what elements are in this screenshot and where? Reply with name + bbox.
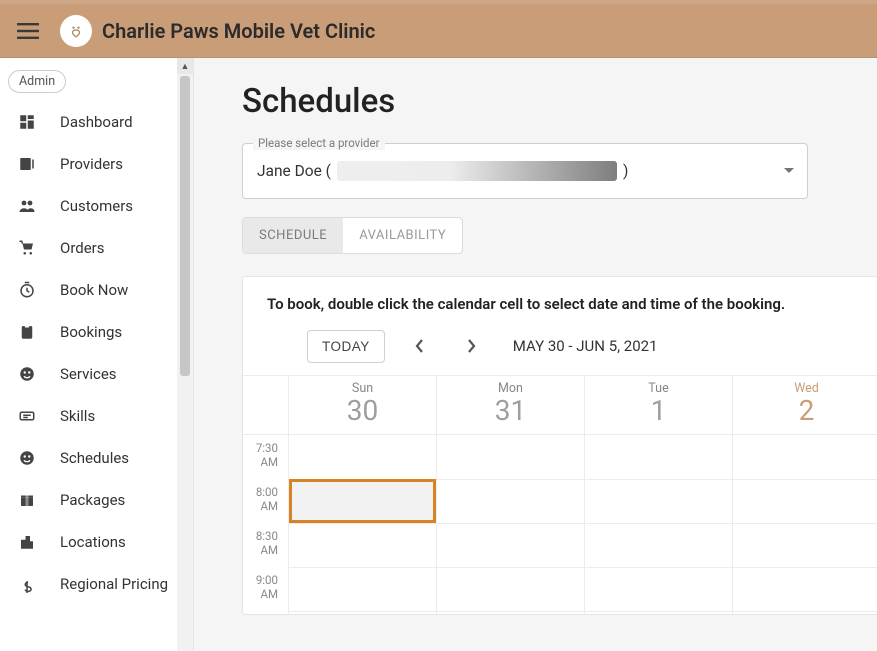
provider-redacted-segment xyxy=(337,161,617,181)
scrollbar-thumb[interactable] xyxy=(180,76,190,376)
sidebar-item-label: Locations xyxy=(60,533,126,551)
sidebar-item-booknow[interactable]: Book Now xyxy=(4,269,177,311)
provider-select[interactable]: Please select a provider Jane Doe ( ) xyxy=(242,143,808,199)
calendar-range: MAY 30 - JUN 5, 2021 xyxy=(513,337,658,355)
tab-schedule[interactable]: SCHEDULE xyxy=(243,218,343,253)
scrollbar-up-icon[interactable]: ▲ xyxy=(177,58,193,74)
time-label: 8:30 AM xyxy=(243,529,278,557)
sidebar-item-pricing[interactable]: Regional Pricing xyxy=(4,563,177,609)
sidebar-item-dashboard[interactable]: Dashboard xyxy=(4,101,177,143)
sidebar-item-customers[interactable]: Customers xyxy=(4,185,177,227)
tab-availability[interactable]: AVAILABILITY xyxy=(343,218,462,253)
sidebar-item-label: Bookings xyxy=(60,323,122,341)
sidebar: ▲ Admin Dashboard Providers Customers Or… xyxy=(0,58,194,651)
main-content: Schedules Please select a provider Jane … xyxy=(194,58,877,651)
sidebar-item-providers[interactable]: Providers xyxy=(4,143,177,185)
sidebar-item-bookings[interactable]: Bookings xyxy=(4,311,177,353)
schedule-tabs: SCHEDULE AVAILABILITY xyxy=(242,217,463,254)
services-icon xyxy=(16,365,38,383)
day-date: 31 xyxy=(495,394,526,427)
chevron-right-icon xyxy=(467,339,476,353)
day-date: 30 xyxy=(347,394,378,427)
skills-icon xyxy=(16,407,38,425)
sidebar-item-label: Providers xyxy=(60,155,123,173)
prev-week-button[interactable] xyxy=(403,329,437,363)
chevron-left-icon xyxy=(415,339,424,353)
calendar-selection[interactable] xyxy=(289,479,436,523)
time-column-header xyxy=(243,376,289,434)
bookings-icon xyxy=(16,323,38,341)
sidebar-item-label: Book Now xyxy=(60,281,128,299)
sidebar-item-orders[interactable]: Orders xyxy=(4,227,177,269)
next-week-button[interactable] xyxy=(455,329,489,363)
calendar-col-mon[interactable] xyxy=(437,435,585,614)
booknow-icon xyxy=(16,281,38,299)
provider-select-value: Jane Doe ( ) xyxy=(257,161,628,181)
sidebar-item-label: Dashboard xyxy=(60,113,133,131)
calendar-grid: Sun 30 Mon 31 Tue 1 Wed 2 xyxy=(243,375,877,614)
time-column: 7:30 AM 8:00 AM 8:30 AM 9:00 AM xyxy=(243,435,289,614)
role-chip: Admin xyxy=(8,70,66,93)
day-header-sun: Sun 30 xyxy=(289,376,437,434)
booking-instruction: To book, double click the calendar cell … xyxy=(267,295,857,313)
provider-name-prefix: Jane Doe ( xyxy=(257,162,331,180)
app-title: Charlie Paws Mobile Vet Clinic xyxy=(102,19,375,43)
day-header-wed: Wed 2 xyxy=(733,376,877,434)
orders-icon xyxy=(16,239,38,257)
calendar-col-tue[interactable] xyxy=(585,435,733,614)
sidebar-item-packages[interactable]: Packages xyxy=(4,479,177,521)
page-title: Schedules xyxy=(242,82,877,121)
dashboard-icon xyxy=(16,113,38,131)
sidebar-item-schedules[interactable]: Schedules xyxy=(4,437,177,479)
time-label: 9:00 AM xyxy=(243,573,278,601)
providers-icon xyxy=(16,155,38,173)
sidebar-item-label: Services xyxy=(60,365,117,383)
sidebar-item-label: Skills xyxy=(60,407,95,425)
sidebar-item-skills[interactable]: Skills xyxy=(4,395,177,437)
calendar-toolbar: TODAY MAY 30 - JUN 5, 2021 xyxy=(267,329,857,363)
sidebar-item-label: Schedules xyxy=(60,449,129,467)
time-label: 8:00 AM xyxy=(243,485,278,513)
day-date: 1 xyxy=(651,394,667,427)
day-header-mon: Mon 31 xyxy=(437,376,585,434)
calendar-col-sun[interactable] xyxy=(289,435,437,614)
chevron-down-icon xyxy=(783,167,795,175)
menu-toggle-button[interactable] xyxy=(6,9,50,53)
day-header-tue: Tue 1 xyxy=(585,376,733,434)
today-button[interactable]: TODAY xyxy=(307,330,385,363)
pricing-icon xyxy=(16,575,38,597)
time-label: 7:30 AM xyxy=(243,441,278,469)
packages-icon xyxy=(16,491,38,509)
sidebar-item-locations[interactable]: Locations xyxy=(4,521,177,563)
sidebar-scrollbar[interactable]: ▲ xyxy=(177,58,193,651)
sidebar-item-label: Customers xyxy=(60,197,133,215)
schedule-panel: To book, double click the calendar cell … xyxy=(242,276,877,615)
app-bar: Charlie Paws Mobile Vet Clinic xyxy=(0,4,877,58)
schedules-icon xyxy=(16,449,38,467)
sidebar-item-label: Packages xyxy=(60,491,125,509)
provider-select-legend: Please select a provider xyxy=(253,136,385,150)
hamburger-icon xyxy=(17,23,39,39)
sidebar-item-services[interactable]: Services xyxy=(4,353,177,395)
calendar-col-wed[interactable] xyxy=(733,435,877,614)
sidebar-item-label: Regional Pricing xyxy=(60,575,168,594)
locations-icon xyxy=(16,533,38,551)
sidebar-item-label: Orders xyxy=(60,239,105,257)
provider-name-suffix: ) xyxy=(623,162,628,180)
app-logo-icon xyxy=(60,15,92,47)
day-date: 2 xyxy=(799,394,815,427)
customers-icon xyxy=(16,197,38,215)
